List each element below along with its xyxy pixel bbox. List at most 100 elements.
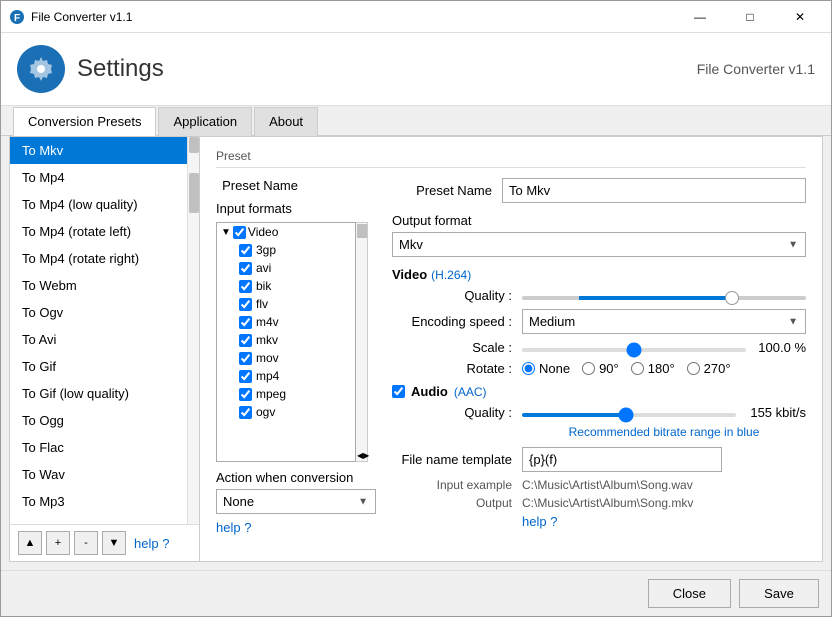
preset-name-input[interactable] [502, 178, 806, 203]
sidebar-item-to-mkv[interactable]: To Mkv [10, 137, 187, 164]
move-down-button[interactable]: ▼ [102, 531, 126, 555]
bik-checkbox[interactable] [239, 280, 252, 293]
sidebar-item-to-mp3[interactable]: To Mp3 [10, 488, 187, 515]
tree-mkv[interactable]: mkv [217, 331, 355, 349]
close-button[interactable]: Close [648, 579, 731, 608]
action-label: Action when conversion [216, 470, 376, 485]
sidebar-item-to-mp4[interactable]: To Mp4 [10, 164, 187, 191]
sidebar-item-to-ogv[interactable]: To Ogv [10, 299, 187, 326]
mpeg-checkbox[interactable] [239, 388, 252, 401]
tree-m4v[interactable]: m4v [217, 313, 355, 331]
content-area: To Mkv To Mp4 To Mp4 (low quality) To Mp… [9, 136, 823, 562]
tree-bik[interactable]: bik [217, 277, 355, 295]
sidebar-item-to-mp4-left[interactable]: To Mp4 (rotate left) [10, 218, 187, 245]
move-up-button[interactable]: ▲ [18, 531, 42, 555]
sidebar-item-to-wav[interactable]: To Wav [10, 461, 187, 488]
sidebar-item-to-mp4-right[interactable]: To Mp4 (rotate right) [10, 245, 187, 272]
mp4-checkbox[interactable] [239, 370, 252, 383]
close-window-button[interactable]: ✕ [777, 1, 823, 33]
audio-checkbox-label[interactable]: Audio [392, 384, 448, 399]
rotate-180[interactable]: 180° [631, 361, 675, 376]
header-left: Settings [17, 45, 164, 93]
ogv-checkbox[interactable] [239, 406, 252, 419]
rotate-none[interactable]: None [522, 361, 570, 376]
video-section-header: Video [392, 267, 427, 282]
remove-button[interactable]: - [74, 531, 98, 555]
maximize-button[interactable]: □ [727, 1, 773, 33]
encoding-speed-select[interactable]: Slow Medium Fast [522, 309, 806, 334]
tree-mpeg[interactable]: mpeg [217, 385, 355, 403]
sidebar-controls: ▲ + - ▼ help ? [10, 524, 199, 561]
quality-label: Quality : [392, 288, 522, 303]
tab-conversion-presets[interactable]: Conversion Presets [13, 107, 156, 136]
encoding-speed-label: Encoding speed : [392, 314, 522, 329]
scale-value: 100.0 % [746, 340, 806, 355]
3gp-checkbox[interactable] [239, 244, 252, 257]
sidebar-item-to-avi[interactable]: To Avi [10, 326, 187, 353]
tabs-bar: Conversion Presets Application About [1, 106, 831, 136]
title-bar-text: File Converter v1.1 [31, 10, 677, 24]
tab-about[interactable]: About [254, 107, 318, 136]
sidebar-scrollbar[interactable] [187, 137, 199, 524]
rotate-label: Rotate : [392, 361, 522, 376]
tree-flv[interactable]: flv [217, 295, 355, 313]
add-button[interactable]: + [46, 531, 70, 555]
action-select[interactable]: None Open folder Nothing [216, 489, 376, 514]
bottom-bar: Close Save [1, 570, 831, 616]
tree-avi[interactable]: avi [217, 259, 355, 277]
sidebar-item-to-gif[interactable]: To Gif [10, 353, 187, 380]
avi-checkbox[interactable] [239, 262, 252, 275]
right-settings: Preset Name Output format Mkv Mp4 Avi We… [392, 178, 806, 535]
tree-container[interactable]: ▼ Video 3gp avi [216, 222, 356, 462]
sidebar-help-link[interactable]: help ? [134, 536, 169, 551]
audio-quality-value: 155 kbit/s [736, 405, 806, 420]
preset-list: To Mkv To Mp4 To Mp4 (low quality) To Mp… [10, 137, 187, 524]
audio-quality-label: Quality : [392, 405, 522, 420]
tree-ogv[interactable]: ogv [217, 403, 355, 421]
tree-video-parent[interactable]: ▼ Video [217, 223, 355, 241]
tab-application[interactable]: Application [158, 107, 252, 136]
audio-enabled-checkbox[interactable] [392, 385, 405, 398]
scale-slider[interactable] [522, 348, 746, 352]
rotate-90[interactable]: 90° [582, 361, 619, 376]
sidebar-item-to-ogg[interactable]: To Ogg [10, 407, 187, 434]
tree-3gp[interactable]: 3gp [217, 241, 355, 259]
tree-scroll-right[interactable]: ▶ [363, 451, 369, 460]
tree-mp4[interactable]: mp4 [217, 367, 355, 385]
audio-quality-slider[interactable] [522, 413, 736, 417]
output-format-select[interactable]: Mkv Mp4 Avi Webm [392, 232, 806, 257]
title-bar: F File Converter v1.1 ― □ ✕ [1, 1, 831, 33]
sidebar-item-to-webm[interactable]: To Webm [10, 272, 187, 299]
video-checkbox[interactable] [233, 226, 246, 239]
file-name-template-input[interactable] [522, 447, 722, 472]
main-window: F File Converter v1.1 ― □ ✕ Settings Fil… [0, 0, 832, 617]
audio-recommended-text: Recommended bitrate range in blue [569, 425, 760, 439]
rotate-270[interactable]: 270° [687, 361, 731, 376]
template-help-link[interactable]: help ? [522, 514, 557, 529]
settings-title: Settings [77, 55, 164, 83]
minimize-button[interactable]: ― [677, 1, 723, 33]
svg-text:F: F [14, 13, 20, 24]
input-example-value: C:\Music\Artist\Album\Song.wav [522, 478, 693, 492]
flv-checkbox[interactable] [239, 298, 252, 311]
output-format-label: Output format [392, 213, 806, 228]
template-label: File name template [392, 452, 522, 467]
sidebar-item-to-gif-low[interactable]: To Gif (low quality) [10, 380, 187, 407]
mkv-checkbox[interactable] [239, 334, 252, 347]
m4v-checkbox[interactable] [239, 316, 252, 329]
save-button[interactable]: Save [739, 579, 819, 608]
action-help-link[interactable]: help ? [216, 520, 251, 535]
sidebar-item-to-mp4-low[interactable]: To Mp4 (low quality) [10, 191, 187, 218]
video-codec: (H.264) [431, 268, 471, 282]
audio-codec: (AAC) [454, 385, 487, 399]
sidebar-item-to-flac[interactable]: To Flac [10, 434, 187, 461]
rotate-options: None 90° 180° 270° [522, 361, 731, 376]
audio-section-header: Audio [411, 384, 448, 399]
mov-checkbox[interactable] [239, 352, 252, 365]
tree-mov[interactable]: mov [217, 349, 355, 367]
preset-name-row: Preset Name [216, 178, 376, 193]
header-app-name: File Converter v1.1 [697, 61, 815, 77]
action-section: Action when conversion None Open folder … [216, 470, 376, 535]
video-quality-slider[interactable] [522, 296, 806, 300]
title-bar-controls: ― □ ✕ [677, 1, 823, 33]
